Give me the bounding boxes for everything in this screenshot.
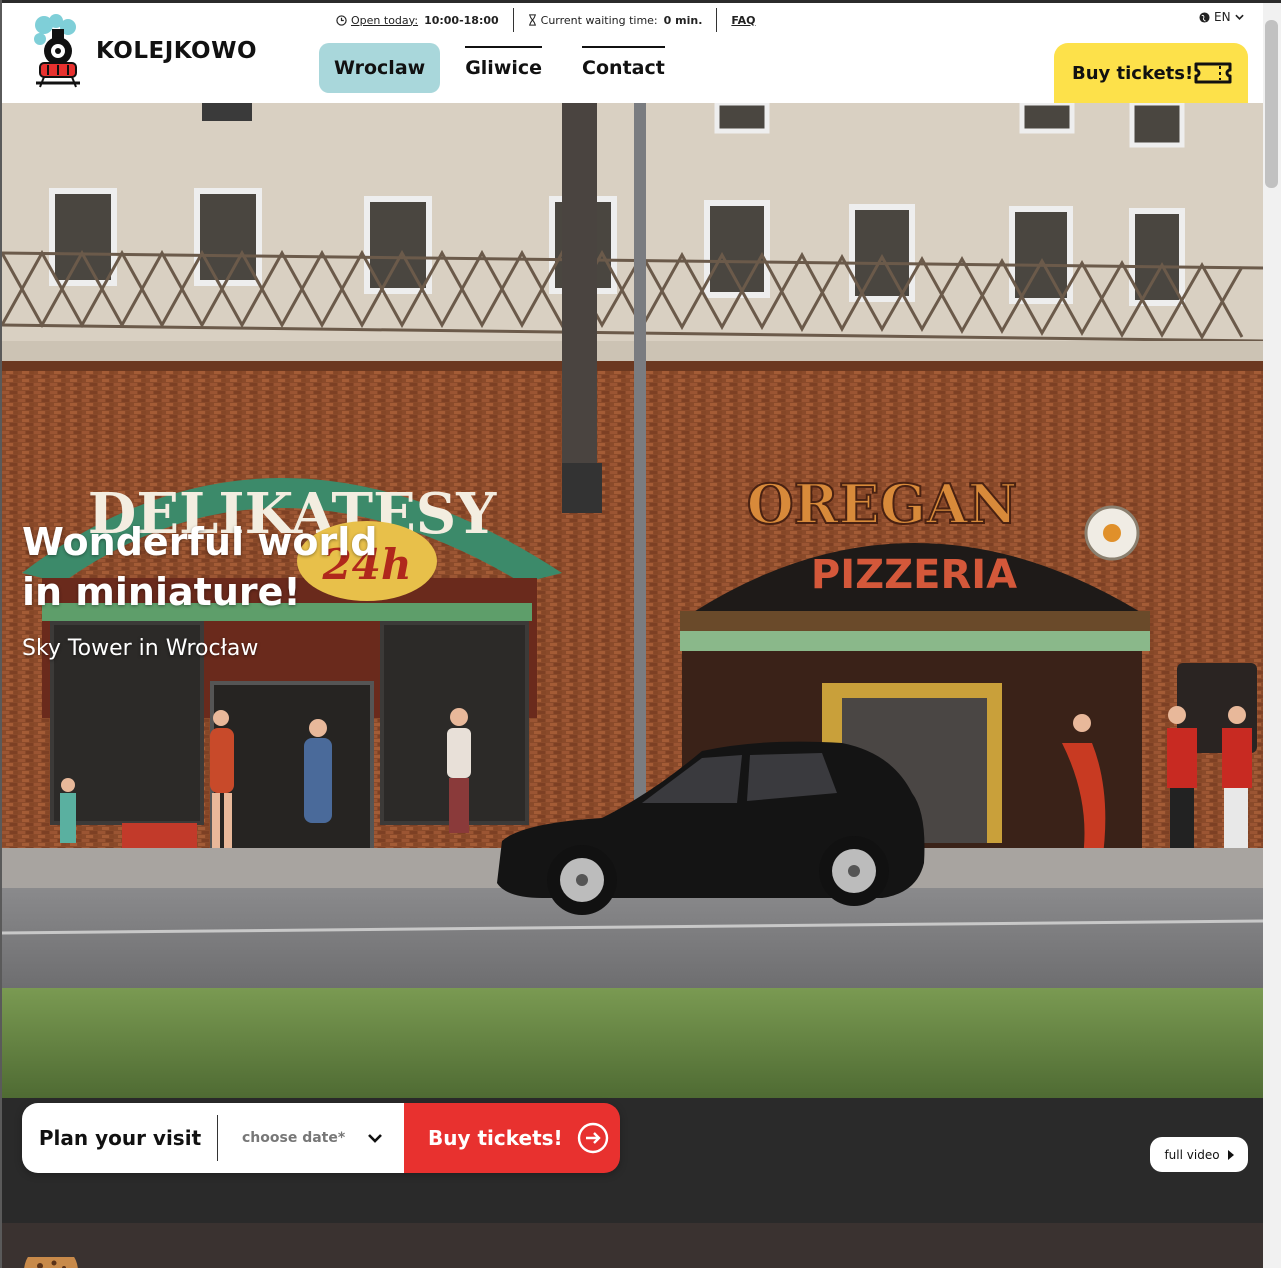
hero-title-line-2: in miniature! <box>22 570 301 614</box>
cookie-icon[interactable] <box>24 1257 78 1268</box>
nav-item-contact[interactable]: Contact <box>567 43 680 93</box>
globe-icon <box>1199 11 1210 23</box>
hero-section: DELIKATESY 24h OREGAN PIZZERIA Wonderful… <box>2 103 1263 1268</box>
logo-text: KOLEJKOWO <box>96 38 258 64</box>
scrollbar-thumb[interactable] <box>1265 20 1278 188</box>
buy-tickets-button[interactable]: Buy tickets! <box>404 1103 620 1173</box>
ticket-icon <box>1194 62 1232 84</box>
hourglass-icon <box>528 14 536 26</box>
nav-item-gliwice[interactable]: Gliwice <box>450 43 557 93</box>
sign-oregano: OREGAN <box>747 472 1017 536</box>
faq-link[interactable]: FAQ <box>731 14 755 27</box>
buy-tickets-header-label: Buy tickets! <box>1072 62 1194 84</box>
buy-tickets-label: Buy tickets! <box>428 1126 563 1150</box>
plan-visit-label: Plan your visit <box>22 1103 218 1173</box>
hero-title: Wonderful world in miniature! <box>22 517 442 617</box>
logo[interactable]: KOLEJKOWO <box>30 13 257 89</box>
waiting-time-value: 0 min. <box>663 13 703 27</box>
waiting-time-label: Current waiting time: <box>540 13 658 27</box>
full-video-button[interactable]: full video <box>1150 1137 1248 1172</box>
main-nav: Wroclaw Gliwice Contact <box>319 43 690 93</box>
opening-hours: 10:00-18:00 <box>424 13 499 27</box>
info-bar: Open today: 10:00-18:00 Current waiting … <box>336 8 756 32</box>
arrow-right-circle-icon <box>577 1122 608 1154</box>
language-switcher[interactable]: EN <box>1199 10 1244 24</box>
locomotive-logo-icon <box>34 14 80 88</box>
hero-subtitle: Sky Tower in Wrocław <box>22 636 259 661</box>
date-select[interactable]: choose date* <box>218 1103 404 1173</box>
nav-item-wroclaw[interactable]: Wroclaw <box>319 43 441 93</box>
plan-visit-bar: Plan your visit choose date* Buy tickets… <box>22 1103 620 1173</box>
date-select-placeholder: choose date* <box>242 1130 346 1146</box>
scrollbar-track[interactable] <box>1263 3 1281 1268</box>
sign-pizzeria: PIZZERIA <box>811 552 1017 598</box>
chevron-down-icon <box>1234 14 1244 20</box>
full-video-label: full video <box>1164 1147 1220 1162</box>
language-label: EN <box>1214 10 1231 24</box>
divider <box>512 8 514 32</box>
divider <box>716 8 718 32</box>
play-icon <box>1227 1149 1234 1160</box>
miniature-street-scene: DELIKATESY 24h OREGAN PIZZERIA <box>2 103 1263 1268</box>
open-today-link[interactable]: Open today: <box>351 14 418 27</box>
buy-tickets-header-button[interactable]: Buy tickets! <box>1054 43 1248 103</box>
clock-icon <box>336 14 347 26</box>
chevron-down-icon <box>368 1133 382 1143</box>
hero-title-line-1: Wonderful world <box>22 520 378 564</box>
site-header: KOLEJKOWO Open today: 10:00-18:00 Curren… <box>2 3 1263 103</box>
